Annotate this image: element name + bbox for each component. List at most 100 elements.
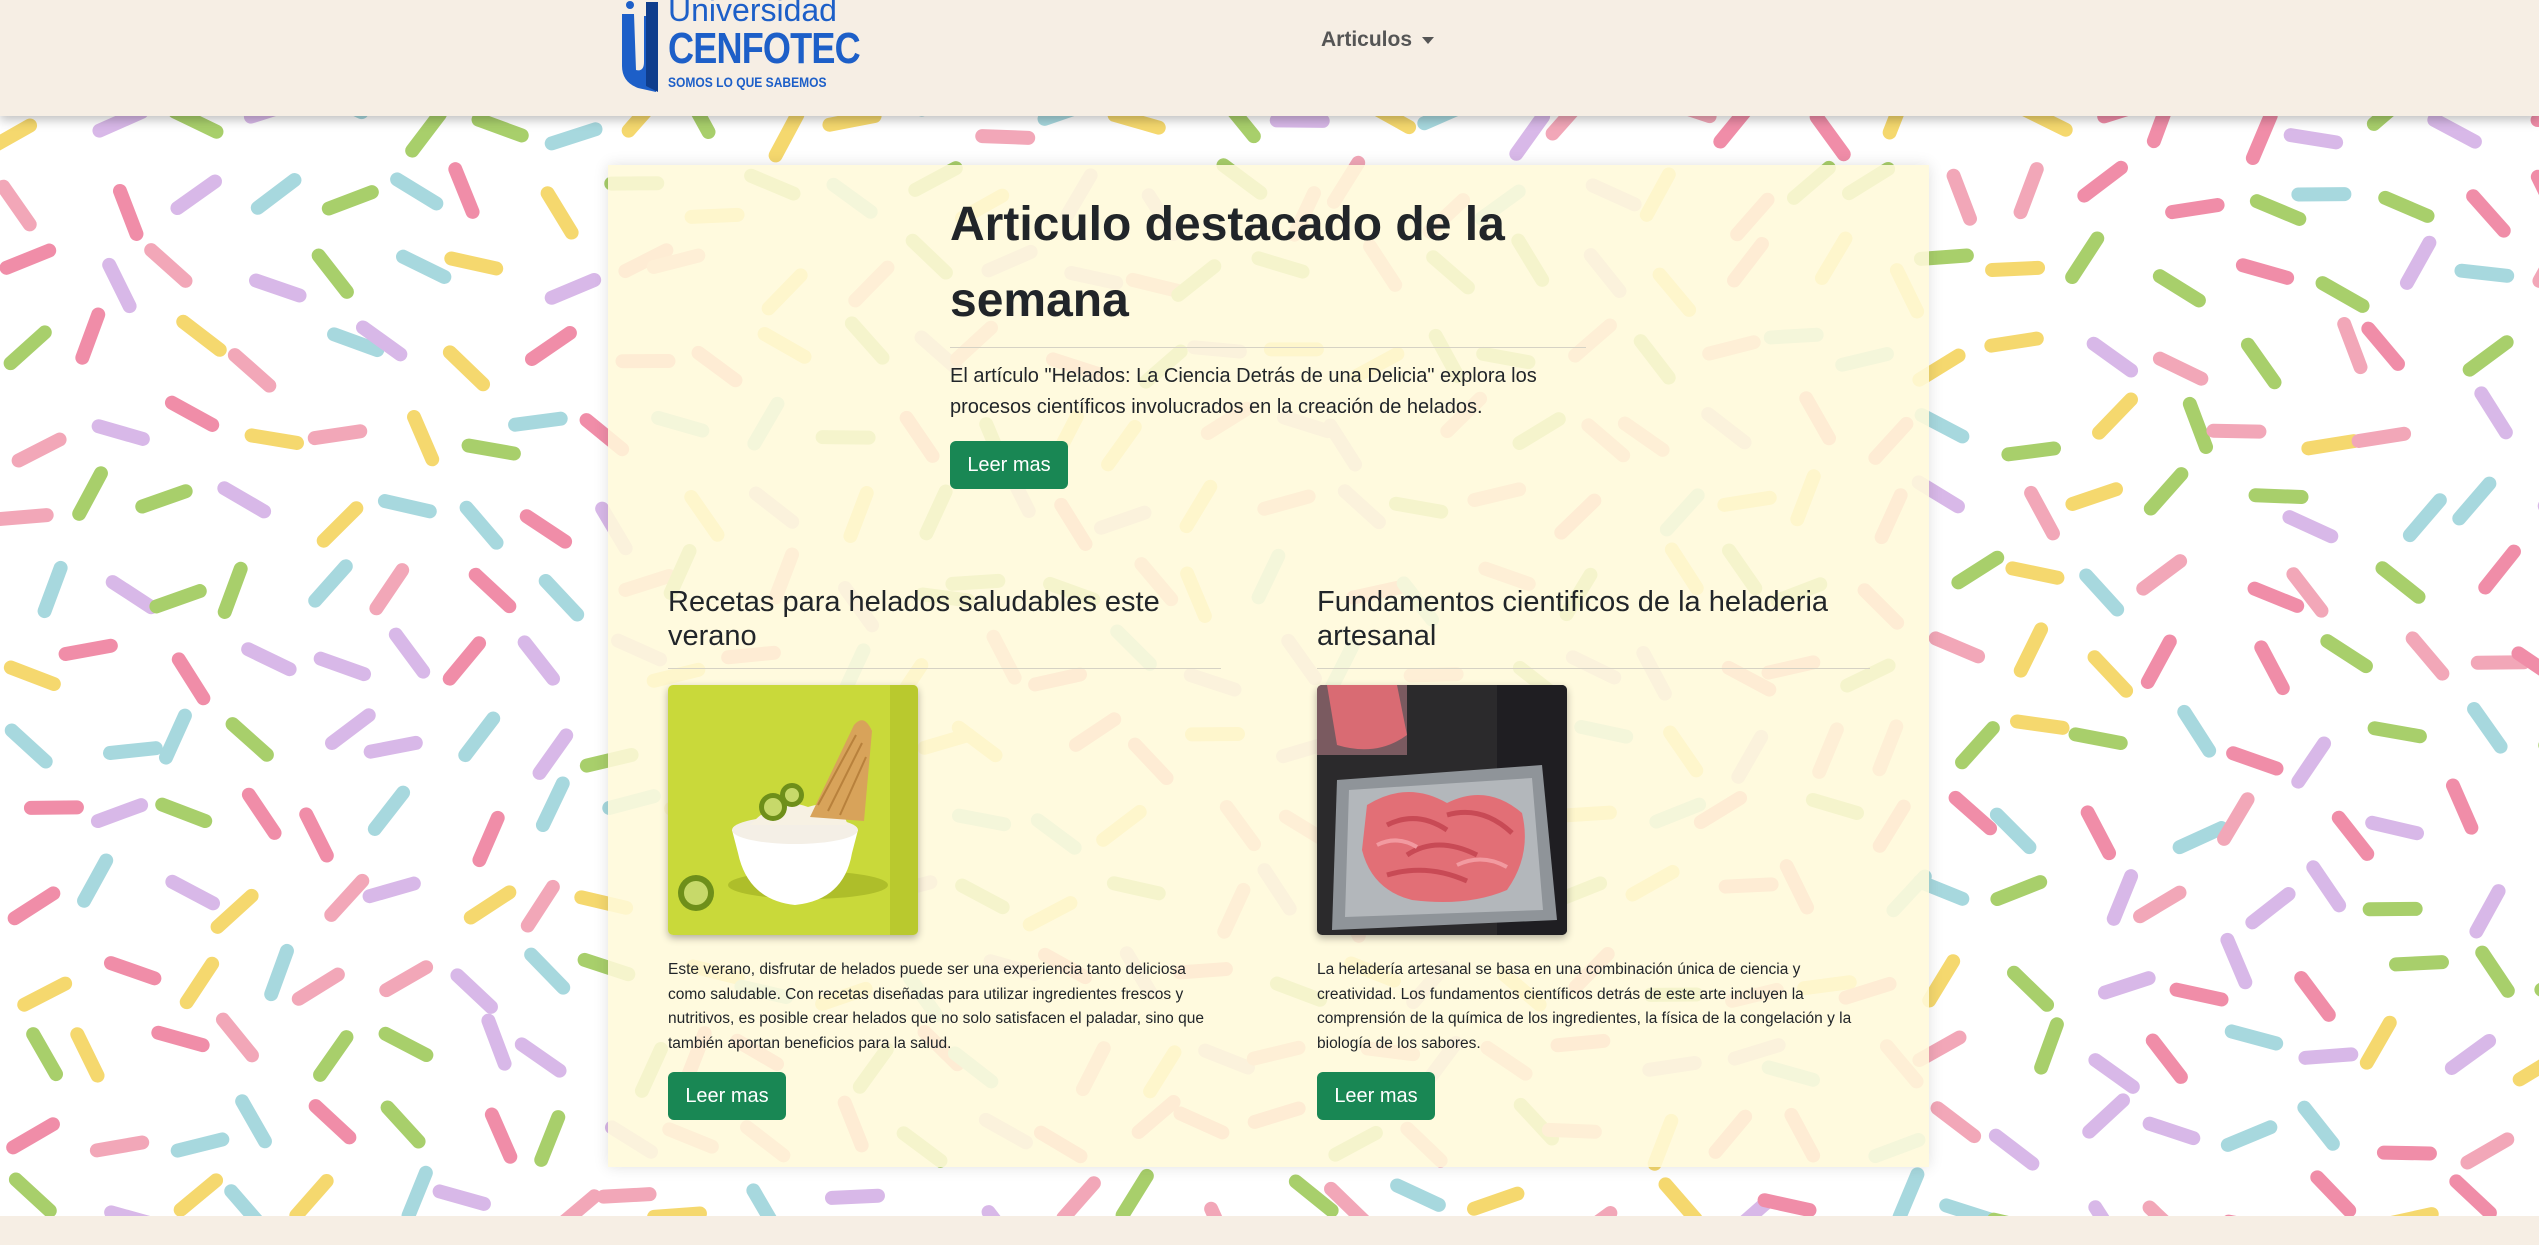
sprinkle <box>2445 778 2479 835</box>
sprinkle <box>2315 276 2370 313</box>
sprinkle <box>975 129 1036 145</box>
sprinkle <box>2097 971 2156 1000</box>
sprinkle <box>442 345 491 392</box>
sprinkle <box>463 885 517 925</box>
sprinkle <box>481 1013 512 1071</box>
sprinkle <box>1985 260 2046 278</box>
sprinkle <box>2226 746 2284 776</box>
sprinkle <box>2248 488 2309 505</box>
sprinkle <box>103 956 162 986</box>
sprinkle <box>308 559 353 608</box>
navbar: Universidad CENFOTEC SOMOS LO QUE SABEMO… <box>0 0 2539 116</box>
sprinkle <box>70 1027 105 1083</box>
sprinkle <box>2534 960 2539 997</box>
sprinkle <box>72 466 108 521</box>
sprinkle <box>58 638 118 662</box>
sprinkle <box>362 876 421 904</box>
sprinkle <box>155 797 213 829</box>
sprinkle <box>316 501 364 548</box>
sprinkle <box>444 251 504 276</box>
sprinkle <box>2367 721 2427 744</box>
sprinkle <box>170 1132 230 1158</box>
sprinkle <box>11 432 67 468</box>
sprinkle <box>4 723 53 769</box>
card-1-read-more-button[interactable]: Leer mas <box>668 1072 786 1120</box>
card-2-description: La heladería artesanal se basa en una co… <box>1317 961 1852 1052</box>
sprinkle <box>2224 1024 2284 1051</box>
sprinkle <box>2010 714 2070 735</box>
sprinkle <box>450 968 498 1014</box>
sprinkle <box>1951 550 2005 590</box>
sprinkle <box>217 481 272 519</box>
sprinkle <box>0 118 38 156</box>
sprinkle <box>824 1188 885 1205</box>
sprinkle <box>2013 162 2044 220</box>
content-panel: Articulo destacado de la semana El artíc… <box>608 165 1929 1167</box>
sprinkle <box>2240 337 2282 390</box>
sprinkle <box>2306 860 2347 913</box>
sprinkle <box>544 122 603 151</box>
sprinkle <box>158 708 192 765</box>
sprinkle <box>461 438 521 461</box>
card-1-title: Recetas para helados saludables este ver… <box>668 586 1160 652</box>
sprinkle <box>2469 884 2506 939</box>
featured-divider <box>950 347 1586 348</box>
sprinkle <box>235 1094 272 1149</box>
sprinkle <box>1757 1193 1817 1218</box>
sprinkle <box>524 325 577 367</box>
sprinkle <box>173 1173 224 1217</box>
sprinkle <box>2467 701 2508 754</box>
sprinkle <box>75 307 106 365</box>
sprinkle <box>165 874 221 911</box>
sprinkle <box>2310 1170 2357 1218</box>
sprinkle <box>2359 1015 2397 1070</box>
sprinkle <box>2080 805 2117 861</box>
sprinkle <box>2024 485 2060 541</box>
sprinkle <box>89 1135 150 1158</box>
sprinkle <box>378 1026 434 1063</box>
sprinkle <box>249 273 307 303</box>
sprinkle <box>313 651 372 682</box>
sprinkle <box>2294 971 2336 1022</box>
sprinkle <box>2283 128 2344 150</box>
sprinkle <box>2399 235 2437 290</box>
card-2-image <box>1317 685 1567 935</box>
sprinkle <box>1928 631 1986 664</box>
sprinkle <box>2143 467 2189 516</box>
sprinkle <box>1984 331 2044 353</box>
featured-read-more-button[interactable]: Leer mas <box>950 441 1068 489</box>
sprinkle <box>7 886 61 926</box>
sprinkle <box>1930 1101 1982 1144</box>
sprinkle <box>2286 567 2329 618</box>
sprinkle <box>2065 482 2123 511</box>
featured-title: Articulo destacado de la semana <box>950 198 1505 327</box>
sprinkle <box>210 888 259 934</box>
sprinkle <box>0 508 54 526</box>
sprinkle <box>164 395 220 432</box>
sprinkle <box>2362 901 2423 917</box>
sprinkle <box>2013 622 2049 678</box>
articulos-dropdown[interactable]: Articulos <box>1321 28 1435 52</box>
sprinkle <box>2405 631 2450 681</box>
card-2-divider <box>1317 668 1870 669</box>
sprinkle <box>26 1027 64 1082</box>
sprinkle <box>215 1012 259 1063</box>
sprinkle <box>432 1184 491 1211</box>
sprinkle <box>241 642 297 677</box>
card-1-image <box>668 685 918 935</box>
sprinkle <box>2375 561 2426 604</box>
sprinkle <box>2297 1100 2340 1151</box>
card-2-read-more-button[interactable]: Leer mas <box>1317 1072 1435 1120</box>
sprinkle <box>77 853 114 908</box>
footer-bar <box>0 1216 2539 1245</box>
sprinkle <box>448 162 480 219</box>
sprinkle <box>2068 727 2128 751</box>
sprinkle <box>532 728 574 780</box>
sprinkle <box>225 717 274 762</box>
sprinkle <box>377 494 437 519</box>
sprinkle <box>321 185 379 216</box>
sprinkle <box>396 249 452 284</box>
sprinkle <box>2077 160 2128 203</box>
sprinkle <box>2235 258 2295 285</box>
sprinkle <box>388 627 431 679</box>
